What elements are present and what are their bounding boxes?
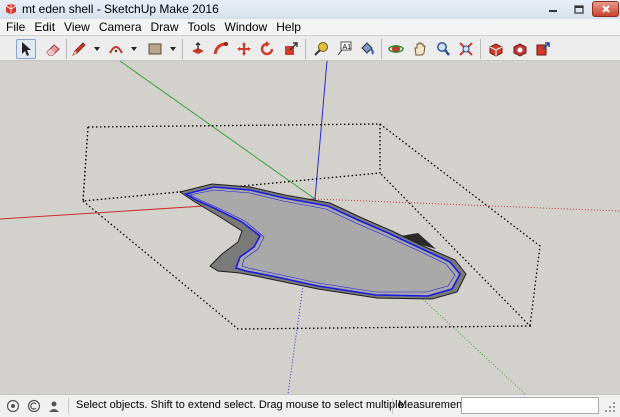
select-tool-button[interactable]	[16, 39, 36, 59]
title-bar: mt eden shell - SketchUp Make 2016	[0, 0, 620, 20]
credits-icon[interactable]	[27, 399, 41, 413]
menu-edit[interactable]: Edit	[34, 20, 55, 34]
status-separator	[392, 398, 393, 414]
scene-canvas[interactable]	[0, 61, 620, 394]
menu-tools[interactable]: Tools	[188, 20, 216, 34]
arc-tool-button[interactable]	[106, 39, 126, 59]
menu-bar: File Edit View Camera Draw Tools Window …	[0, 19, 620, 35]
eraser-tool-button[interactable]	[43, 39, 63, 59]
pan-icon	[414, 42, 426, 56]
account-icon[interactable]	[47, 399, 61, 413]
menu-camera[interactable]: Camera	[99, 20, 142, 34]
measurements-input[interactable]	[461, 397, 599, 414]
orbit-icon	[388, 45, 404, 53]
orbit-tool-button[interactable]	[386, 39, 406, 59]
share-model-button[interactable]	[533, 39, 553, 59]
tape-measure-icon	[314, 42, 328, 56]
status-bar: Select objects. Shift to extend select. …	[0, 394, 620, 417]
resize-grip-icon[interactable]	[604, 401, 616, 413]
toolbar-separator	[66, 39, 67, 59]
extension-warehouse-icon	[513, 43, 527, 57]
tape-measure-tool-button[interactable]	[311, 39, 331, 59]
menu-help[interactable]: Help	[276, 20, 301, 34]
text-tool-button[interactable]: A1	[334, 39, 354, 59]
rectangle-icon	[148, 43, 162, 55]
zoom-icon	[437, 42, 450, 56]
menu-window[interactable]: Window	[225, 20, 268, 34]
pencil-icon	[72, 42, 86, 56]
arc-icon	[109, 46, 123, 54]
rectangle-tool-button[interactable]	[145, 39, 165, 59]
chevron-down-icon[interactable]	[130, 45, 138, 53]
push-pull-tool-button[interactable]	[188, 39, 208, 59]
toolbar-separator	[305, 39, 306, 59]
rotate-icon	[260, 41, 274, 56]
push-pull-icon	[192, 42, 204, 54]
sketchup-window: mt eden shell - SketchUp Make 2016 File …	[0, 0, 620, 417]
status-separator	[68, 398, 69, 414]
menu-view[interactable]: View	[64, 20, 90, 34]
scale-tool-button[interactable]	[281, 39, 301, 59]
move-icon	[237, 42, 251, 56]
follow-me-tool-button[interactable]	[211, 39, 231, 59]
zoom-tool-button[interactable]	[433, 39, 453, 59]
scale-icon	[285, 42, 298, 55]
toolbar-separator	[182, 39, 183, 59]
green-axis	[119, 61, 316, 200]
select-arrow-icon	[22, 42, 31, 56]
share-model-icon	[536, 42, 550, 56]
menu-draw[interactable]: Draw	[151, 20, 179, 34]
red-axis-dotted	[314, 198, 620, 212]
pan-tool-button[interactable]	[410, 39, 430, 59]
measurements-label: Measurements	[398, 399, 471, 411]
status-message: Select objects. Shift to extend select. …	[76, 399, 407, 411]
pencil-tool-button[interactable]	[69, 39, 89, 59]
chevron-down-icon[interactable]	[93, 45, 101, 53]
svg-text:A1: A1	[343, 44, 352, 51]
toolbar-separator	[381, 39, 382, 59]
move-tool-button[interactable]	[234, 39, 254, 59]
model-viewport[interactable]	[0, 61, 620, 394]
getting-started-toolbar: A1	[0, 35, 620, 61]
maximize-button[interactable]	[566, 1, 591, 17]
window-title: mt eden shell - SketchUp Make 2016	[22, 2, 219, 16]
chevron-down-icon[interactable]	[169, 45, 177, 53]
zoom-extents-tool-button[interactable]	[456, 39, 476, 59]
geo-location-icon[interactable]	[6, 399, 20, 413]
paint-bucket-tool-button[interactable]	[357, 39, 377, 59]
warehouse-icon	[489, 43, 503, 57]
text-icon: A1	[337, 41, 352, 56]
sketchup-logo-icon	[5, 3, 17, 15]
minimize-icon	[548, 10, 557, 12]
warehouse-button[interactable]	[486, 39, 506, 59]
follow-me-icon	[213, 42, 228, 55]
zoom-extents-icon	[459, 42, 473, 56]
close-icon	[601, 5, 610, 13]
eraser-icon	[46, 44, 60, 56]
menu-file[interactable]: File	[6, 20, 25, 34]
maximize-icon	[573, 4, 584, 14]
paint-bucket-icon	[361, 42, 374, 55]
extension-warehouse-button[interactable]	[510, 39, 530, 59]
minimize-button[interactable]	[540, 1, 565, 17]
rotate-tool-button[interactable]	[257, 39, 277, 59]
close-button[interactable]	[592, 1, 619, 17]
toolbar-separator	[480, 39, 481, 59]
